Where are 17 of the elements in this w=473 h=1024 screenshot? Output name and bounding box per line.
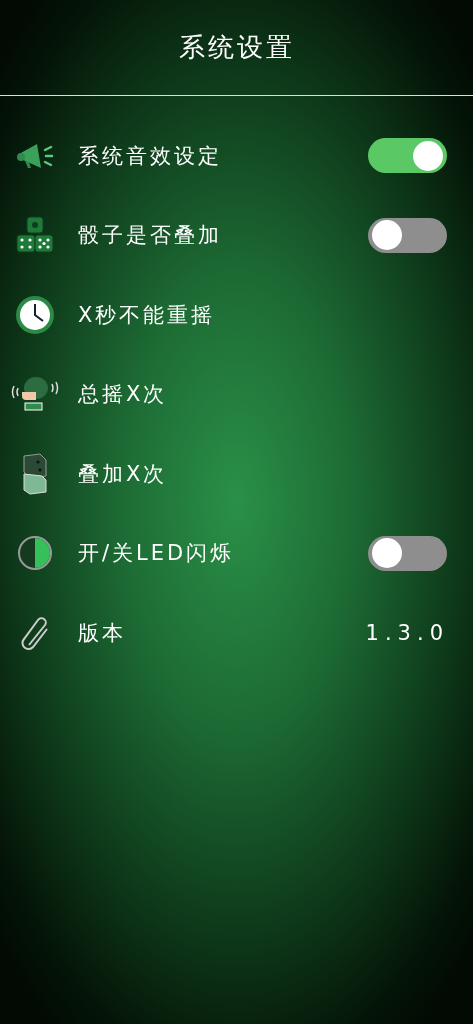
setting-label: X秒不能重摇 <box>78 301 217 329</box>
clock-icon <box>15 294 55 335</box>
stacked-dice-icon <box>20 451 50 496</box>
dice-icon <box>15 215 55 256</box>
screen-title: 系统设置 <box>178 31 295 64</box>
setting-label: 骰子是否叠加 <box>78 222 223 250</box>
toggle-switch[interactable] <box>368 138 447 174</box>
half-circle-icon <box>17 535 53 572</box>
paperclip-icon <box>19 614 51 651</box>
setting-label: 版本 <box>78 619 127 647</box>
setting-label: 总摇X次 <box>78 381 169 409</box>
setting-label: 叠加X次 <box>78 460 169 488</box>
toggle-switch[interactable] <box>368 535 447 571</box>
setting-label: 系统音效设定 <box>78 142 223 170</box>
setting-label: 开/关LED闪烁 <box>78 540 236 568</box>
version-number: 1.3.0 <box>365 620 449 645</box>
toggle-switch[interactable] <box>368 217 447 253</box>
